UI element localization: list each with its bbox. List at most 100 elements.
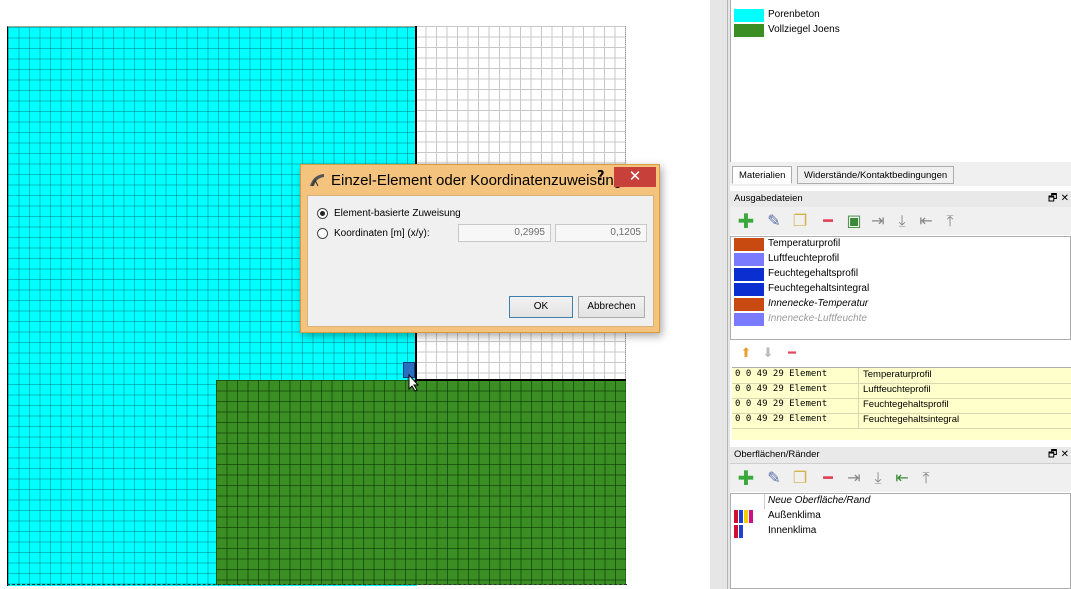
assign-down-icon[interactable]: ⤓ [868,468,888,488]
table-row[interactable]: 0 0 49 29 Element Feuchtegehaltsprofil [732,398,1071,414]
outputs-title: Ausgabedateien [734,193,803,204]
surface-row-new[interactable]: Neue Oberfläche/Rand [731,494,1071,509]
empty-swatch [731,494,765,509]
assign-right-icon[interactable]: ⇥ [868,211,888,231]
output-row[interactable]: Innenecke-Luftfeuchte [731,312,1071,327]
element-based-radio[interactable] [317,208,328,219]
edit-pencil-icon[interactable]: ✎ [764,468,784,488]
move-down-icon[interactable]: ⬇ [758,344,778,364]
assign-left-icon[interactable]: ⇤ [916,211,936,231]
output-row[interactable]: Luftfeuchteprofil [731,252,1071,267]
x-coordinate-input[interactable]: 0,2995 [458,224,551,242]
material-row-vollziegel[interactable]: Vollziegel Joens [731,23,1071,38]
mouse-cursor-icon [408,374,420,392]
table-row[interactable]: 0 0 49 29 Element Temperaturprofil [732,368,1071,384]
copy-icon[interactable]: ❐ [790,468,810,488]
output-label: Feuchtegehaltsprofil [768,268,859,279]
assign-left-icon[interactable]: ⇤ [892,468,912,488]
output-row[interactable]: Innenecke-Temperatur [731,297,1071,312]
output-label: Temperaturprofil [768,238,841,249]
copy-icon[interactable]: ❐ [790,211,810,231]
file-spec: 0 0 49 29 Element [735,414,828,424]
surface-row-innenklima[interactable]: Innenklima [731,524,1071,539]
output-files-toolbar: ⬆ ⬇ ━ [730,343,1071,365]
column-separator [858,368,859,383]
surface-color-bar [739,525,743,538]
column-separator [858,413,859,428]
cancel-button[interactable]: Abbrechen [578,296,645,318]
materials-list: Porenbeton Vollziegel Joens [730,0,1071,163]
assign-down-icon[interactable]: ⤓ [892,211,912,231]
outputs-header: Ausgabedateien 🗗 ✕ [730,191,1071,208]
material-label: Vollziegel Joens [768,24,840,35]
surfaces-title: Oberflächen/Ränder [734,449,820,460]
outputs-list: Temperaturprofil Luftfeuchteprofil Feuch… [730,236,1071,340]
boundary-line-bottom [7,584,627,586]
float-close-icon[interactable]: 🗗 ✕ [1048,191,1069,208]
column-separator [858,383,859,398]
surface-color-bar [734,525,738,538]
assignment-dialog: Einzel-Element oder Koordinatenzuweisung… [300,164,660,333]
add-icon[interactable]: ✚ [736,211,756,231]
output-label: Innenecke-Temperatur [768,298,869,309]
ok-button[interactable]: OK [509,296,573,318]
material-color-swatch [734,24,764,37]
coordinates-label: Koordinaten [m] (x/y): [334,228,430,239]
surface-color-bar [749,510,753,523]
coordinates-radio[interactable] [317,228,328,239]
file-name: Feuchtegehaltsprofil [863,399,949,410]
surface-row-aussenklima[interactable]: Außenklima [731,509,1071,524]
close-button[interactable]: ✕ [614,167,656,187]
app-icon [310,174,324,187]
materials-tabbar: Materialien Widerstände/Kontaktbedingung… [730,162,1071,186]
material-label: Porenbeton [768,9,820,20]
surfaces-list: Neue Oberfläche/Rand Außenklima Innenkli… [730,493,1071,589]
output-color-swatch [734,298,764,311]
float-close-icon[interactable]: 🗗 ✕ [1048,447,1069,464]
help-button[interactable]: ? [597,169,605,184]
material-region-vollziegel[interactable] [216,380,626,585]
output-label: Innenecke-Luftfeuchte [768,313,867,324]
surface-label: Außenklima [768,510,821,521]
material-color-swatch [734,9,764,22]
column-separator [858,398,859,413]
tab-widerstaende[interactable]: Widerstände/Kontaktbedingungen [797,166,955,184]
table-row[interactable]: 0 0 49 29 Element Luftfeuchteprofil [732,383,1071,399]
surface-color-bar [734,510,738,523]
table-row[interactable]: 0 0 49 29 Element Feuchtegehaltsintegral [732,413,1071,429]
add-icon[interactable]: ✚ [736,468,756,488]
surface-label: Innenklima [768,525,817,536]
dialog-title: Einzel-Element oder Koordinatenzuweisung… [331,172,639,189]
remove-icon[interactable]: ━ [818,211,838,231]
material-row-porenbeton[interactable]: Porenbeton [731,8,1071,23]
file-name: Temperaturprofil [863,369,932,380]
file-name: Feuchtegehaltsintegral [863,414,960,425]
assign-right-icon[interactable]: ⇥ [844,468,864,488]
select-icon[interactable]: ▣ [844,211,864,231]
output-row[interactable]: Feuchtegehaltsprofil [731,267,1071,282]
file-spec: 0 0 49 29 Element [735,369,828,379]
surface-color-bar [739,510,743,523]
edit-pencil-icon[interactable]: ✎ [764,211,784,231]
output-color-swatch [734,283,764,296]
tab-materialien[interactable]: Materialien [732,166,793,184]
output-label: Feuchtegehaltsintegral [768,283,870,294]
output-label: Luftfeuchteprofil [768,253,840,264]
surface-label: Neue Oberfläche/Rand [768,495,871,506]
assign-up-icon[interactable]: ⤒ [940,211,960,231]
surfaces-toolbar: ✚ ✎ ❐ ━ ⇥ ⤓ ⇤ ⤒ [730,464,1071,492]
assign-up-icon[interactable]: ⤒ [916,468,936,488]
element-based-label: Element-basierte Zuweisung [334,208,461,219]
remove-icon[interactable]: ━ [818,468,838,488]
outputs-toolbar: ✚ ✎ ❐ ━ ▣ ⇥ ⤓ ⇤ ⤒ [730,207,1071,235]
output-row[interactable]: Temperaturprofil [731,237,1071,252]
dialog-titlebar[interactable]: Einzel-Element oder Koordinatenzuweisung… [301,165,659,195]
move-up-icon[interactable]: ⬆ [736,344,756,364]
y-coordinate-input[interactable]: 0,1205 [555,224,647,242]
splitter-divider [727,0,728,589]
output-row[interactable]: Feuchtegehaltsintegral [731,282,1071,297]
surfaces-header: Oberflächen/Ränder 🗗 ✕ [730,447,1071,464]
dialog-body: Element-basierte Zuweisung Koordinaten [… [307,195,654,327]
remove-file-icon[interactable]: ━ [782,344,802,364]
output-color-swatch [734,253,764,266]
